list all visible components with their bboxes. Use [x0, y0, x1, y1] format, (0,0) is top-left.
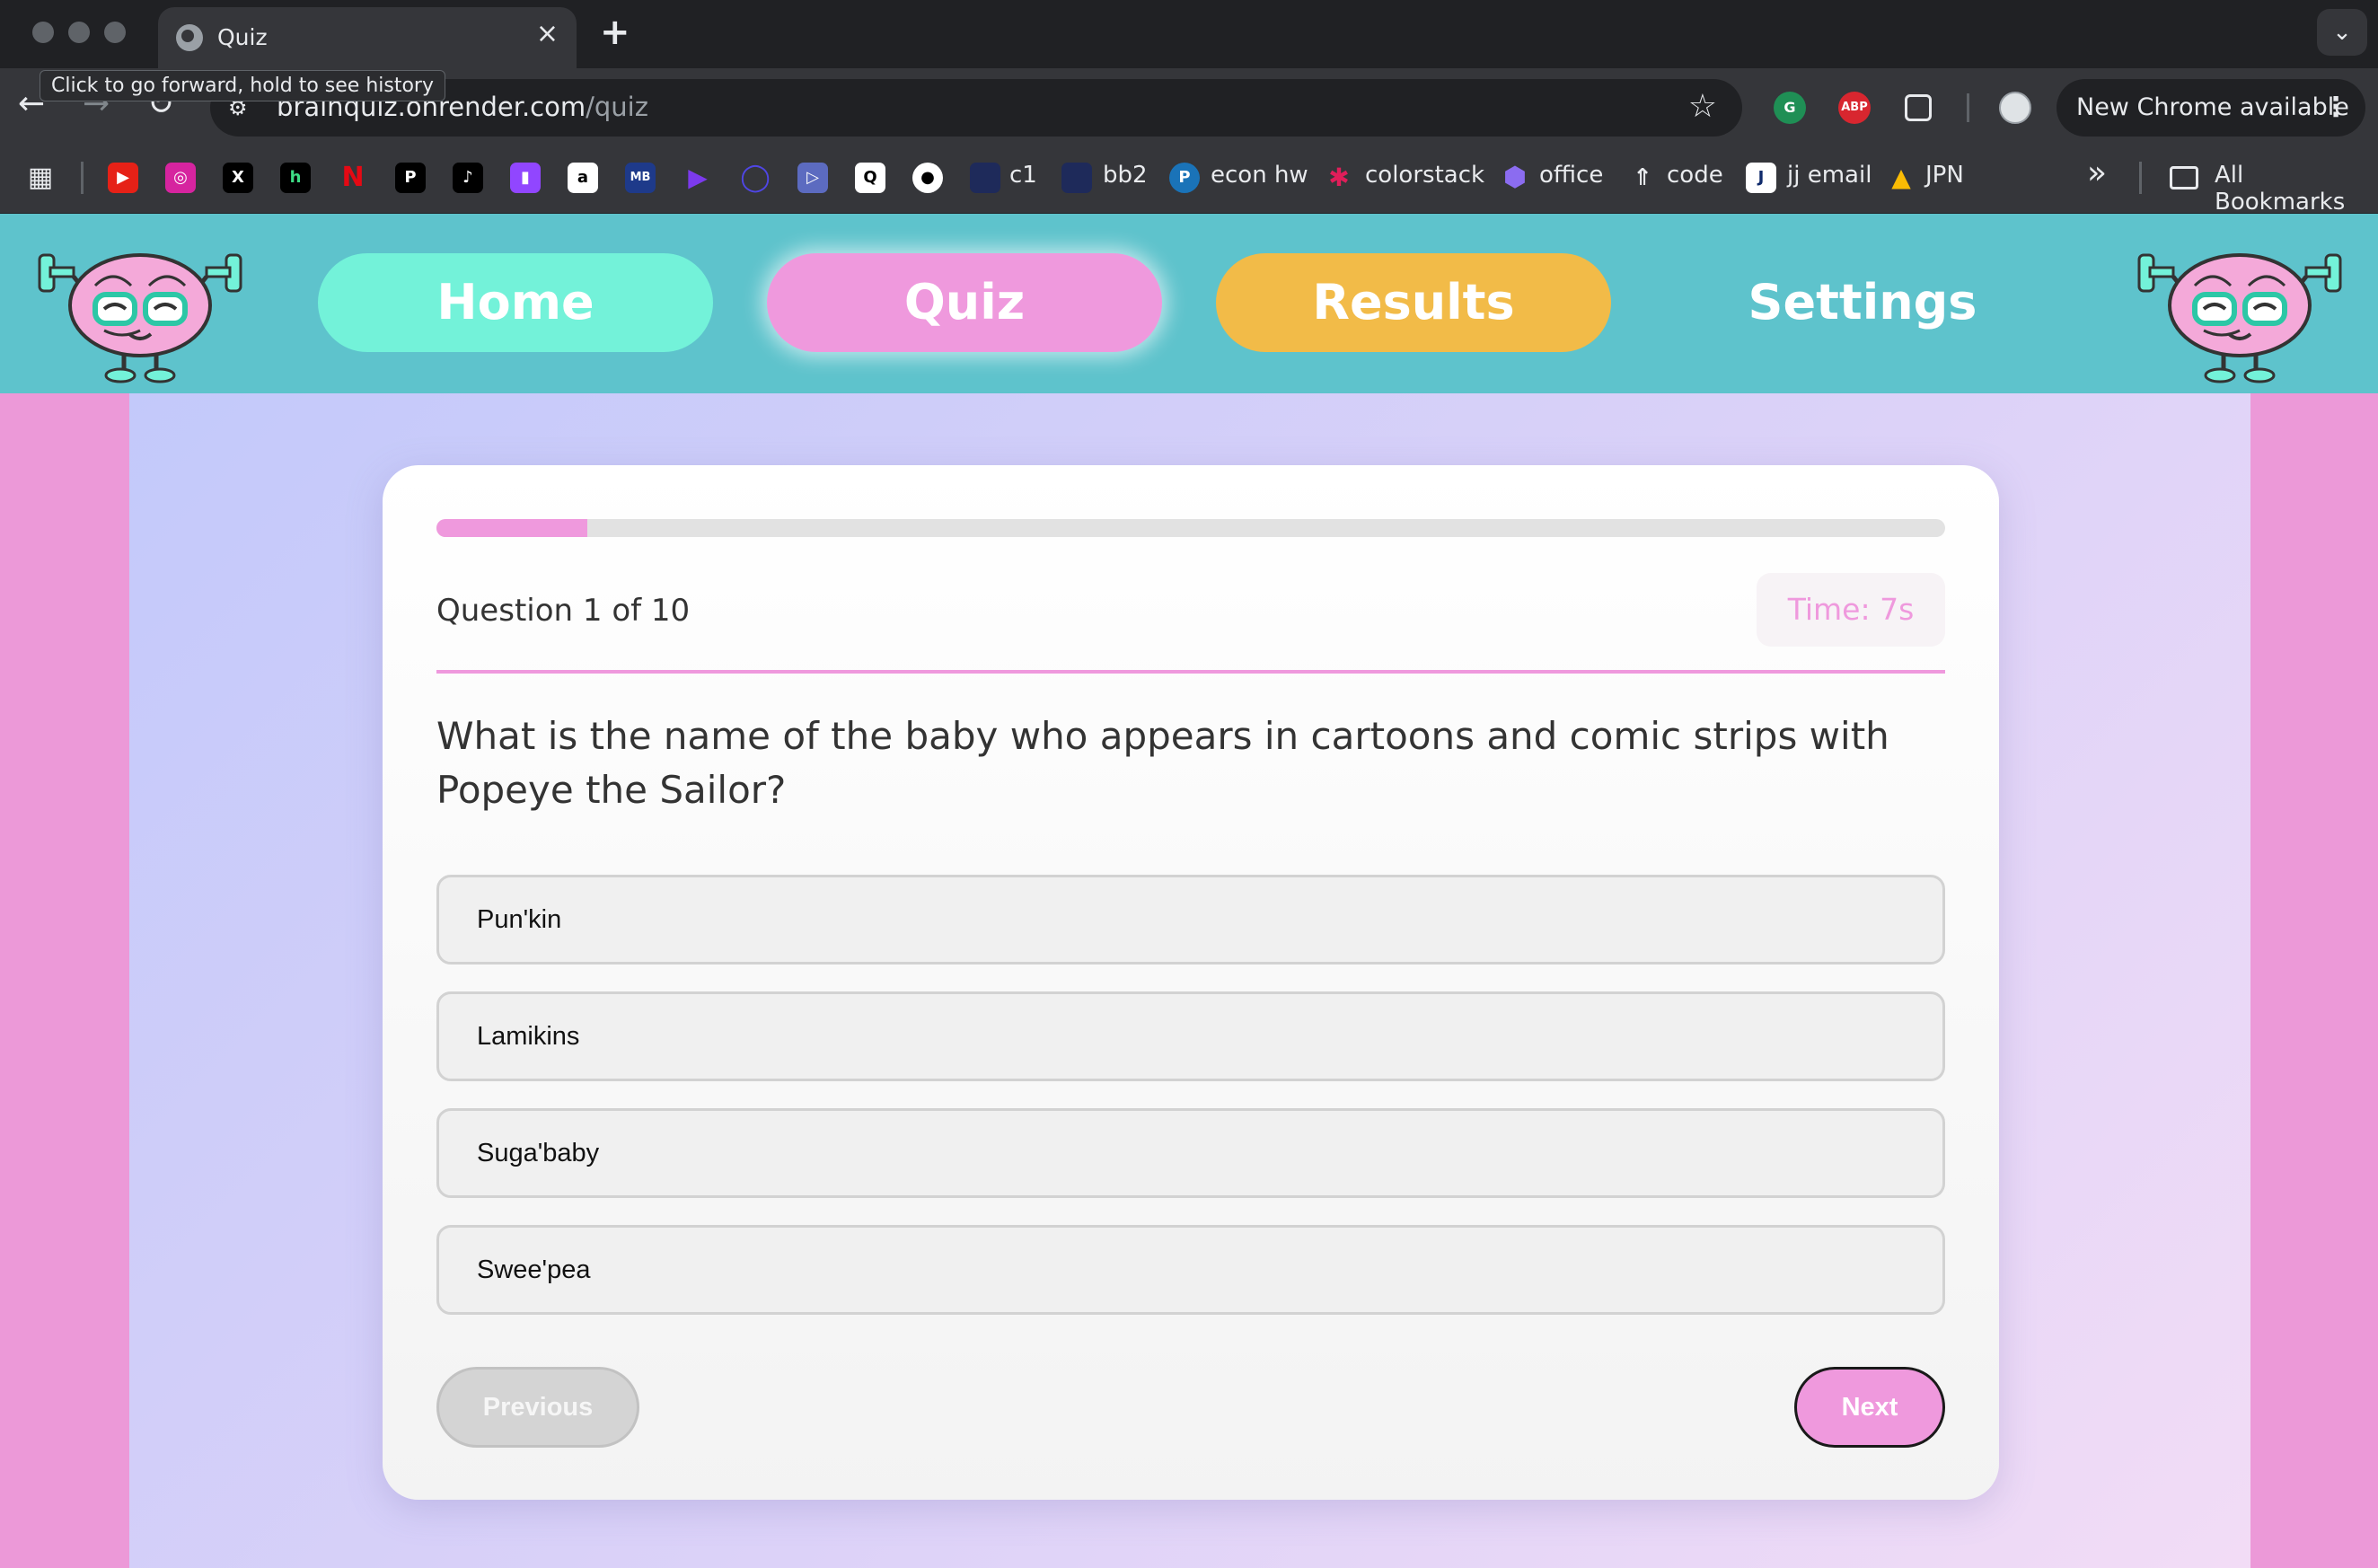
window-minimize-button[interactable] [68, 22, 90, 43]
quiz-progress-bar [436, 519, 1945, 537]
bookmark-c1[interactable]: c1 [1009, 162, 1037, 189]
play-icon[interactable]: ▶ [683, 163, 713, 193]
brain-mascot-logo-right [2137, 253, 2342, 383]
extensions-puzzle-icon[interactable] [1905, 94, 1932, 121]
toolbar-divider [1967, 93, 1969, 122]
x-twitter-icon[interactable]: X [223, 163, 253, 193]
video-icon[interactable]: ▷ [797, 163, 828, 193]
jj-email-icon[interactable]: J [1746, 163, 1776, 193]
bookmark-code[interactable]: code [1667, 162, 1723, 189]
browser-tab-strip: Quiz × + ⌄ [0, 0, 2378, 68]
adblock-extension-icon[interactable]: ABP [1838, 92, 1871, 124]
youtube-icon[interactable]: ▶ [108, 163, 138, 193]
google-drive-icon[interactable]: ▲ [1886, 163, 1916, 193]
quiz-progress-fill [436, 519, 587, 537]
answer-option-1[interactable]: Pun'kin [436, 875, 1945, 965]
browser-tab-active[interactable]: Quiz × [158, 7, 577, 68]
answer-option-3[interactable]: Suga'baby [436, 1108, 1945, 1198]
mb-icon[interactable]: MB [625, 163, 656, 193]
grammarly-extension-icon[interactable]: G [1774, 92, 1806, 124]
question-counter: Question 1 of 10 [436, 593, 691, 629]
folder-c1-icon[interactable] [970, 163, 1000, 193]
folder-icon[interactable] [2170, 166, 2198, 189]
bookmark-jj-email[interactable]: jj email [1787, 162, 1872, 189]
new-tab-button[interactable]: + [600, 13, 630, 52]
previous-button[interactable]: Previous [436, 1367, 639, 1448]
apps-grid-icon[interactable]: ▦ [25, 163, 56, 193]
profile-avatar[interactable] [1999, 92, 2031, 124]
netflix-icon[interactable]: N [338, 163, 368, 193]
tab-close-icon[interactable]: × [536, 21, 559, 48]
url-path: /quiz [586, 92, 648, 122]
bookmark-bb2[interactable]: bb2 [1103, 162, 1148, 189]
window-zoom-button[interactable] [104, 22, 126, 43]
pinterest-icon[interactable]: P [395, 163, 426, 193]
tab-search-chevron-icon[interactable]: ⌄ [2317, 9, 2367, 56]
more-menu-icon[interactable]: ⋮ [2322, 79, 2349, 137]
github-icon[interactable]: ● [912, 163, 943, 193]
quiz-card: Question 1 of 10 Time: 7s What is the na… [383, 465, 1999, 1500]
pearson-icon[interactable]: P [1169, 163, 1200, 193]
slack-icon[interactable]: ✱ [1324, 163, 1354, 193]
nav-settings-button[interactable]: Settings [1665, 253, 2060, 352]
office-icon[interactable]: ⬢ [1500, 163, 1530, 193]
more-bookmarks-icon[interactable]: » [2087, 154, 2107, 191]
site-header: Home Quiz Results Settings [0, 214, 2378, 393]
twitch-icon[interactable]: ▮ [510, 163, 541, 193]
rocket-icon[interactable]: ⇑ [1627, 163, 1658, 193]
bookmark-jpn[interactable]: JPN [1925, 162, 1964, 189]
amazon-icon[interactable]: a [568, 163, 598, 193]
bookmarks-bar: ▦ ▶ ◎ X h N P ♪ ▮ a MB ▶ ◯ ▷ Q ● c1 bb2 … [0, 144, 2378, 216]
timer-badge: Time: 7s [1757, 573, 1945, 647]
brain-mascot-logo-left [38, 253, 242, 383]
globe-icon [176, 24, 203, 51]
q-icon[interactable]: ◯ [740, 163, 771, 193]
bookmark-separator [2139, 162, 2142, 194]
forward-tooltip: Click to go forward, hold to see history [40, 70, 445, 101]
nav-results-button[interactable]: Results [1216, 253, 1611, 352]
bookmark-office[interactable]: office [1539, 162, 1603, 189]
queens-icon[interactable]: Q [855, 163, 885, 193]
hulu-icon[interactable]: h [280, 163, 311, 193]
bookmark-separator [81, 162, 84, 194]
answer-option-4[interactable]: Swee'pea [436, 1225, 1945, 1315]
tab-title: Quiz [217, 24, 268, 50]
chrome-update-button[interactable]: New Chrome available ⋮ [2057, 79, 2365, 137]
tiktok-icon[interactable]: ♪ [453, 163, 483, 193]
bookmark-econ-hw[interactable]: econ hw [1211, 162, 1308, 189]
folder-bb2-icon[interactable] [1061, 163, 1092, 193]
update-label: New Chrome available [2076, 93, 2349, 121]
bookmark-colorstack[interactable]: colorstack [1365, 162, 1484, 189]
next-button[interactable]: Next [1794, 1367, 1945, 1448]
instagram-icon[interactable]: ◎ [165, 163, 196, 193]
answer-option-2[interactable]: Lamikins [436, 991, 1945, 1081]
page-viewport: Home Quiz Results Settings Question 1 of… [0, 214, 2378, 1568]
header-divider [436, 670, 1945, 674]
question-text: What is the name of the baby who appears… [436, 714, 1889, 812]
nav-home-button[interactable]: Home [318, 253, 713, 352]
nav-quiz-button[interactable]: Quiz [767, 253, 1162, 352]
main-content: Question 1 of 10 Time: 7s What is the na… [129, 393, 2250, 1568]
bookmark-star-icon[interactable]: ☆ [1688, 88, 1717, 125]
all-bookmarks[interactable]: All Bookmarks [2215, 162, 2378, 216]
window-close-button[interactable] [32, 22, 54, 43]
